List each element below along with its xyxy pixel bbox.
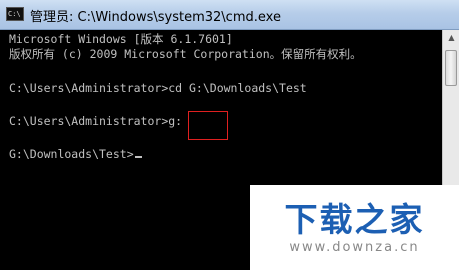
console-prompt: G:\Downloads\Test> [9,147,134,161]
watermark-url: www.downza.cn [289,240,420,255]
text-cursor [134,156,142,158]
console-line: C:\Users\Administrator>cd G:\Downloads\T… [9,81,307,95]
console-line: Microsoft Windows [版本 6.1.7601] [9,32,233,46]
console-line: 版权所有 (c) 2009 Microsoft Corporation。保留所有… [9,47,362,61]
arrow-up-icon[interactable]: ▲ [444,30,459,46]
cmd-icon[interactable]: C:\ [6,7,24,21]
window-title: 管理员: C:\Windows\system32\cmd.exe [30,10,281,25]
watermark-logo-text: 下载之家 [284,200,425,239]
scroll-thumb[interactable] [445,50,457,86]
watermark: 下载之家 www.downza.cn [250,185,459,270]
highlight-box [188,111,228,140]
console-prompt-line[interactable]: G:\Downloads\Test> [9,147,142,162]
title-bar[interactable]: C:\ 管理员: C:\Windows\system32\cmd.exe [0,0,459,30]
console-line: C:\Users\Administrator>g: [9,114,183,128]
